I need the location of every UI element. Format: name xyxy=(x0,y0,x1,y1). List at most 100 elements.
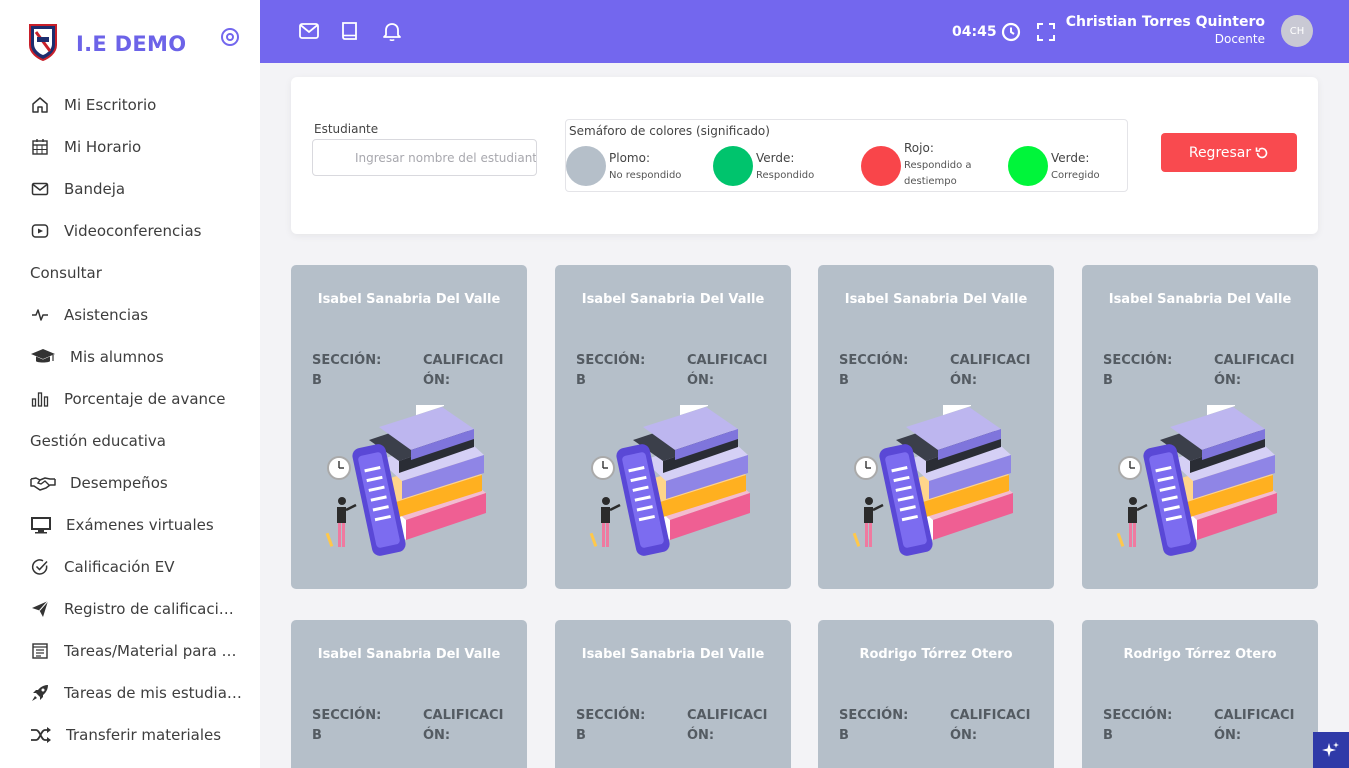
back-button[interactable]: Regresar xyxy=(1161,133,1297,172)
sidebar-item-mi-escritorio[interactable]: Mi Escritorio xyxy=(0,84,260,126)
legend-item-title: Verde: xyxy=(1051,151,1090,165)
rotate-ccw-icon xyxy=(1255,147,1268,158)
student-name: Isabel Sanabria Del Valle xyxy=(581,647,765,662)
grade-label: CALIFICACIÓN: xyxy=(687,708,768,743)
paper-plane-icon xyxy=(32,600,49,617)
student-card[interactable]: Isabel Sanabria Del Valle SECCIÓN: B CALI… xyxy=(555,265,791,589)
section-label: SECCIÓN: xyxy=(839,708,909,723)
sidebar-item-label: Registro de calificaciones xyxy=(64,600,242,618)
student-name: Rodrigo Tórrez Otero xyxy=(859,647,1013,662)
back-button-label: Regresar xyxy=(1188,144,1252,161)
sidebar-item-registro-de-calificaciones[interactable]: Registro de calificaciones xyxy=(0,588,260,630)
brand: I.E DEMO xyxy=(0,0,260,84)
check-circle-icon xyxy=(31,559,48,575)
section-info: SECCIÓN: B xyxy=(1103,706,1172,746)
mail-icon[interactable] xyxy=(298,20,320,42)
section-value: B xyxy=(576,373,586,388)
grade-label: CALIFICACIÓN: xyxy=(1214,708,1295,743)
avatar[interactable]: CH xyxy=(1281,15,1313,47)
student-card[interactable]: Isabel Sanabria Del Valle SECCIÓN: B CALI… xyxy=(555,620,791,768)
student-card[interactable]: Isabel Sanabria Del Valle SECCIÓN: B CALI… xyxy=(1082,265,1318,589)
brand-name: I.E DEMO xyxy=(76,32,187,56)
clock: 04:45 xyxy=(952,22,1021,42)
fullscreen-icon[interactable] xyxy=(1036,22,1056,42)
student-card[interactable]: Isabel Sanabria Del Valle SECCIÓN: B CALI… xyxy=(818,265,1054,589)
sidebar-item-label: Porcentaje de avance xyxy=(64,390,226,408)
student-name: Rodrigo Tórrez Otero xyxy=(1123,647,1277,662)
student-card[interactable]: Rodrigo Tórrez Otero SECCIÓN: B CALIFICAC… xyxy=(1082,620,1318,768)
section-value: B xyxy=(312,728,322,743)
sidebar-item-label: Tareas/Material para alumnos xyxy=(64,642,242,660)
sidebar-item-tareas-material[interactable]: Tareas/Material para alumnos xyxy=(0,630,260,672)
legend-dot-bright-green xyxy=(1008,146,1048,186)
section-label: SECCIÓN: xyxy=(312,708,382,723)
student-search-input[interactable] xyxy=(312,139,537,176)
book-icon[interactable] xyxy=(339,20,361,42)
student-name: Isabel Sanabria Del Valle xyxy=(317,647,501,662)
graduation-cap-icon xyxy=(31,349,55,363)
target-icon[interactable] xyxy=(220,27,240,47)
sidebar-nav: Mi Escritorio Mi Horario Bandeja Videoco… xyxy=(0,84,260,756)
section-value: B xyxy=(1103,728,1113,743)
sidebar-item-label: Mi Horario xyxy=(64,138,142,156)
legend-item-desc: No respondido xyxy=(609,170,682,181)
student-card[interactable]: Isabel Sanabria Del Valle SECCIÓN: B CALI… xyxy=(291,620,527,768)
sidebar-section-gestion-educativa: Gestión educativa xyxy=(30,432,166,450)
sidebar-item-label: Calificación EV xyxy=(64,558,175,576)
topbar: 04:45 Christian Torres Quintero Docente … xyxy=(260,0,1349,63)
user-info[interactable]: Christian Torres Quintero Docente xyxy=(1066,14,1265,46)
activity-icon xyxy=(32,309,48,321)
section-info: SECCIÓN: B xyxy=(576,351,645,391)
sidebar-item-label: Exámenes virtuales xyxy=(66,516,214,534)
sidebar-item-label: Tareas de mis estudiantes xyxy=(64,684,242,702)
legend-dot-gray xyxy=(566,146,606,186)
sidebar-item-mis-alumnos[interactable]: Mis alumnos xyxy=(0,336,260,378)
sidebar-item-label: Desempeños xyxy=(70,474,168,492)
legend-dot-red xyxy=(861,146,901,186)
section-label: SECCIÓN: xyxy=(1103,353,1173,368)
sidebar-item-asistencias[interactable]: Asistencias xyxy=(0,294,260,336)
sparkle-icon xyxy=(1322,742,1339,757)
books-illustration xyxy=(324,405,488,559)
grade-label: CALIFICACIÓN: xyxy=(950,353,1031,388)
clock-time: 04:45 xyxy=(952,24,997,40)
legend-item-green: Verde: Respondido xyxy=(713,146,814,186)
student-card[interactable]: Isabel Sanabria Del Valle SECCIÓN: B CALI… xyxy=(291,265,527,589)
student-name: Isabel Sanabria Del Valle xyxy=(1108,292,1292,307)
legend-item-red: Rojo: Respondido a destiempo xyxy=(861,141,984,190)
legend-item-bright-green: Verde: Corregido xyxy=(1008,146,1100,186)
sidebar-section-consultar: Consultar xyxy=(30,264,102,282)
books-illustration xyxy=(851,405,1015,559)
sidebar-item-transferir-materiales[interactable]: Transferir materiales xyxy=(0,714,260,756)
sidebar-item-bandeja[interactable]: Bandeja xyxy=(0,168,260,210)
legend-dot-green xyxy=(713,146,753,186)
sidebar-item-desempenos[interactable]: Desempeños xyxy=(0,462,260,504)
books-illustration xyxy=(588,405,752,559)
sidebar-item-examenes-virtuales[interactable]: Exámenes virtuales xyxy=(0,504,260,546)
rocket-icon xyxy=(32,685,48,701)
section-info: SECCIÓN: B xyxy=(1103,351,1172,391)
section-value: B xyxy=(839,373,849,388)
sidebar-item-mi-horario[interactable]: Mi Horario xyxy=(0,126,260,168)
bell-icon[interactable] xyxy=(381,20,403,42)
user-role: Docente xyxy=(1214,32,1265,46)
section-info: SECCIÓN: B xyxy=(312,706,381,746)
sidebar-item-videoconferencias[interactable]: Videoconferencias xyxy=(0,210,260,252)
shuffle-icon xyxy=(31,727,51,743)
legend-item-title: Verde: xyxy=(756,151,795,165)
section-value: B xyxy=(1103,373,1113,388)
books-illustration xyxy=(1115,405,1279,559)
sparkle-fab[interactable] xyxy=(1313,732,1349,768)
sidebar-item-porcentaje-de-avance[interactable]: Porcentaje de avance xyxy=(0,378,260,420)
student-name: Isabel Sanabria Del Valle xyxy=(581,292,765,307)
user-name: Christian Torres Quintero xyxy=(1065,14,1265,30)
section-label: SECCIÓN: xyxy=(839,353,909,368)
school-shield-logo xyxy=(29,24,57,61)
sidebar-item-tareas-de-mis-estudiantes[interactable]: Tareas de mis estudiantes xyxy=(0,672,260,714)
grade-label: CALIFICACIÓN: xyxy=(950,708,1031,743)
section-info: SECCIÓN: B xyxy=(839,351,908,391)
legend-item-desc: Corregido xyxy=(1051,170,1100,181)
section-info: SECCIÓN: B xyxy=(312,351,381,391)
sidebar-item-calificacion-ev[interactable]: Calificación EV xyxy=(0,546,260,588)
student-card[interactable]: Rodrigo Tórrez Otero SECCIÓN: B CALIFICAC… xyxy=(818,620,1054,768)
